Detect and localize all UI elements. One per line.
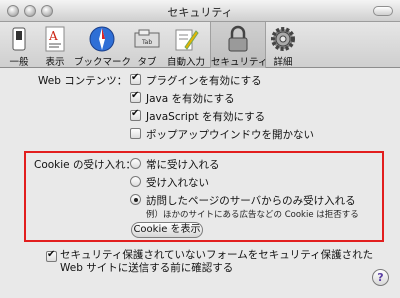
toolbar-item-label: セキュリティ: [211, 57, 268, 68]
toolbar-item-security[interactable]: セキュリティ: [210, 22, 268, 68]
cookie-note: 例）ほかのサイトにある広告などの Cookie は拒否する: [146, 210, 359, 220]
toolbar-item-label: 表示: [45, 57, 65, 68]
block-popups-label: ポップアップウインドウを開かない: [146, 129, 314, 141]
block-popups-checkbox[interactable]: [130, 128, 141, 139]
enable-plugins-checkbox[interactable]: [130, 72, 141, 85]
lock-icon: [228, 25, 248, 52]
toolbar-item-general[interactable]: 一般: [2, 22, 36, 68]
security-pane: Web コンテンツ： プラグインを有効にする Java を有効にする JavaS…: [0, 69, 400, 298]
toolbar-toggle-button[interactable]: [373, 6, 393, 16]
toolbar-item-label: ブックマーク: [74, 57, 132, 68]
show-cookies-button[interactable]: Cookie を表示: [131, 222, 203, 238]
toolbar-item-bookmarks[interactable]: ブックマーク: [74, 22, 132, 68]
toolbar-item-label: タブ: [137, 57, 157, 68]
switch-icon: [12, 27, 26, 51]
preferences-toolbar: 一般 A 表示 ブックマーク Tab タブ 自動入力 セキュリティ 詳細: [0, 22, 400, 68]
svg-text:Tab: Tab: [141, 39, 152, 46]
enable-javascript-checkbox[interactable]: [130, 108, 141, 121]
cookie-always-label: 常に受け入れる: [146, 159, 220, 171]
globe-icon: [89, 26, 115, 52]
web-contents-label: Web コンテンツ：: [38, 75, 128, 87]
enable-javascript-label: JavaScript を有効にする: [146, 111, 266, 123]
cookie-visited-only-radio[interactable]: [130, 194, 141, 205]
help-button[interactable]: ?: [372, 269, 389, 286]
gear-icon: [271, 27, 295, 51]
enable-plugins-label: プラグインを有効にする: [146, 75, 262, 87]
cookie-visited-only-label: 訪問したページのサーバからのみ受け入れる: [146, 195, 356, 207]
enable-java-label: Java を有効にする: [146, 93, 235, 105]
toolbar-item-autofill[interactable]: 自動入力: [164, 22, 208, 68]
enable-java-checkbox[interactable]: [130, 90, 141, 103]
confirm-insecure-forms-line2: Web サイトに送信する前に確認する: [60, 262, 234, 274]
toolbar-item-tabs[interactable]: Tab タブ: [132, 22, 162, 68]
toolbar-item-label: 詳細: [273, 57, 293, 68]
toolbar-item-appearance[interactable]: A 表示: [38, 22, 72, 68]
pen-icon: [175, 29, 199, 51]
toolbar-item-label: 一般: [9, 57, 29, 68]
confirm-insecure-forms-checkbox[interactable]: [46, 249, 57, 262]
svg-text:A: A: [48, 29, 58, 43]
cookie-always-radio[interactable]: [130, 158, 141, 169]
cookie-never-label: 受け入れない: [146, 177, 209, 189]
cookie-accept-label: Cookie の受け入れ：: [34, 159, 136, 171]
toolbar-item-label: 自動入力: [166, 57, 205, 68]
title-bar: セキュリティ: [0, 0, 400, 22]
tab-icon: Tab: [134, 29, 160, 48]
cookie-never-radio[interactable]: [130, 176, 141, 187]
font-icon: A: [45, 26, 65, 52]
toolbar-item-advanced[interactable]: 詳細: [268, 22, 298, 68]
window-title: セキュリティ: [167, 6, 233, 19]
